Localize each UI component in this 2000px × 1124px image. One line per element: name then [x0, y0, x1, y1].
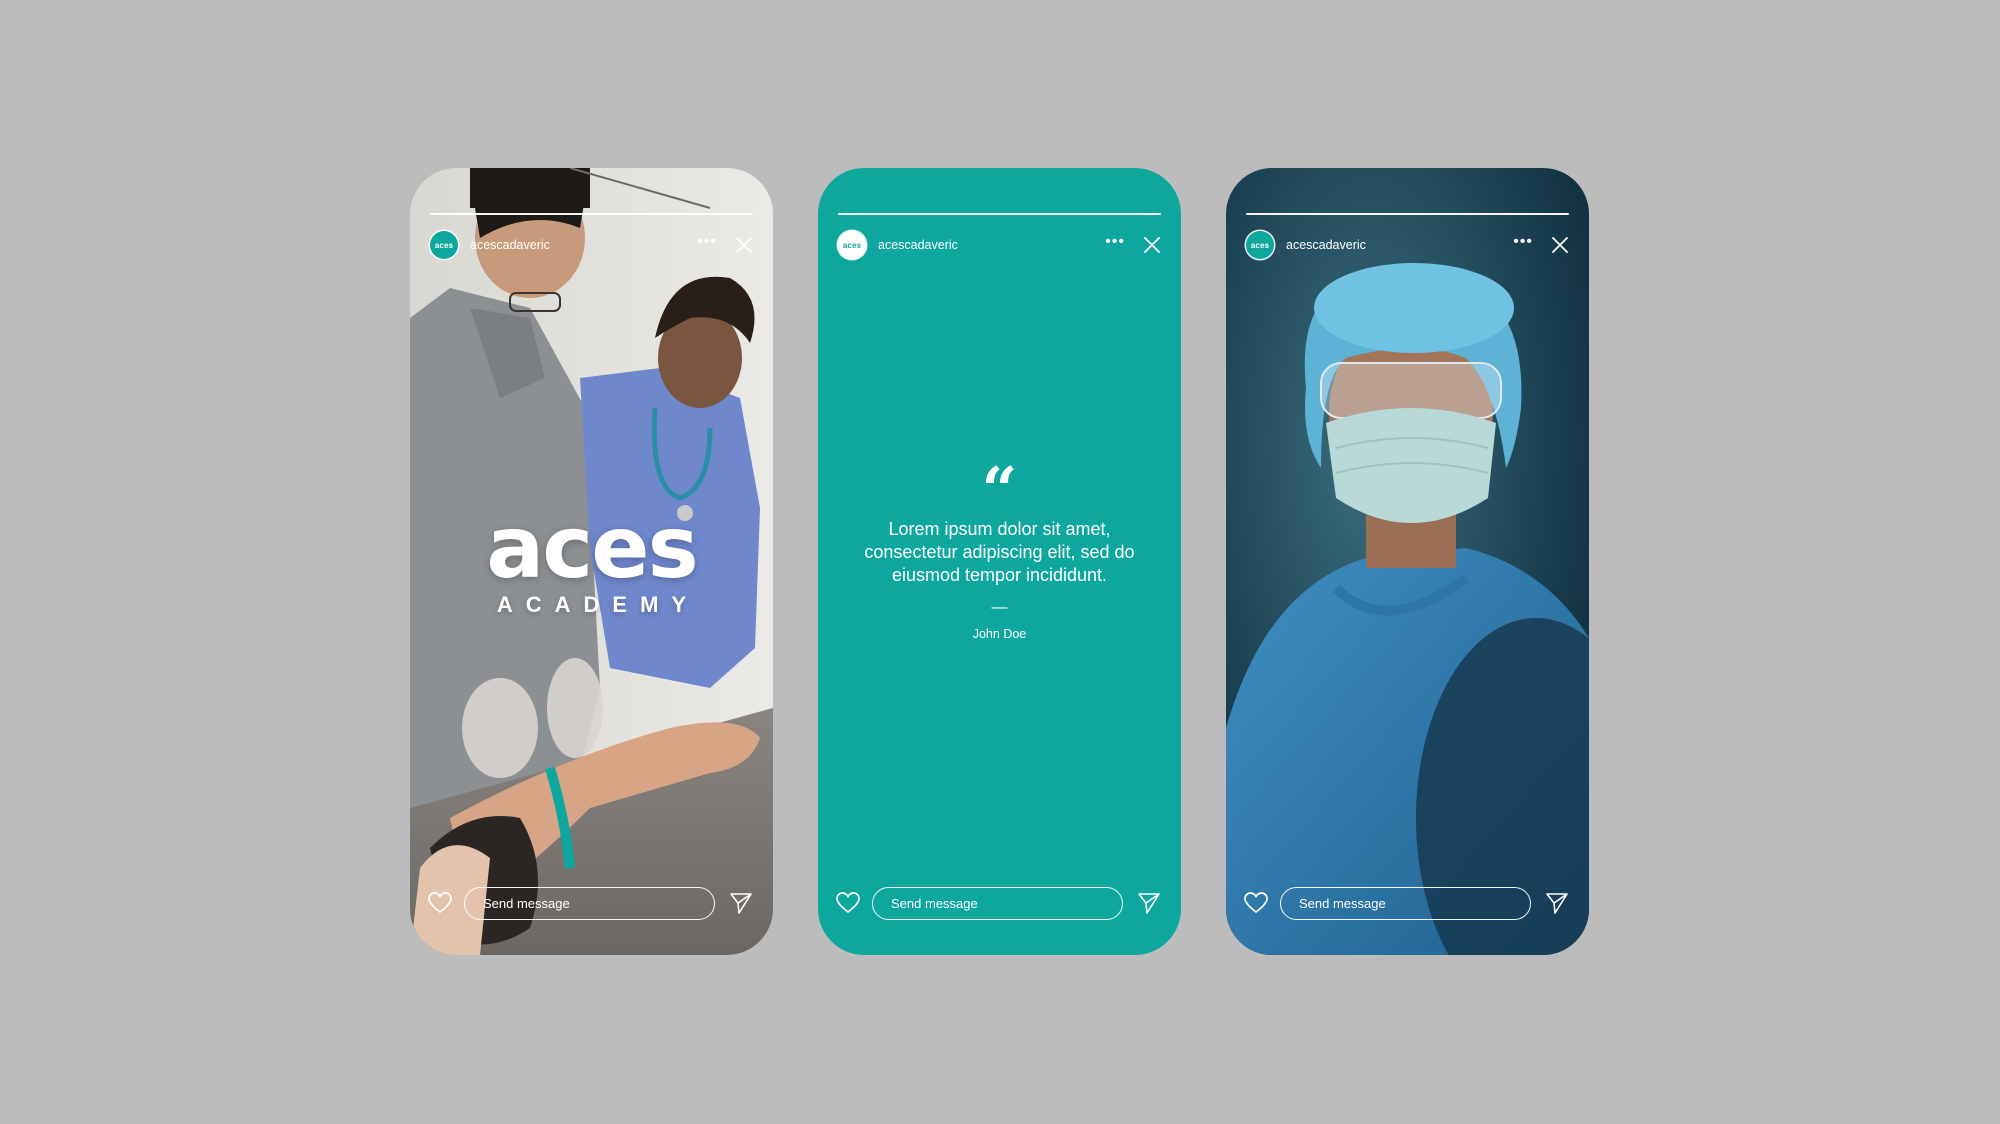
send-message-input[interactable]: Send message: [872, 886, 1123, 920]
testimonial-quote: “ Lorem ipsum dolor sit amet, consectetu…: [848, 453, 1151, 642]
story-header: aces acescadaveric •••: [838, 230, 1161, 260]
logo-word: aces: [486, 498, 699, 598]
send-icon[interactable]: [729, 891, 753, 915]
surgeon-photo: [1226, 168, 1589, 955]
quote-author: John Doe: [972, 627, 1027, 641]
close-icon[interactable]: [735, 236, 753, 254]
quote-divider: —: [991, 599, 1008, 616]
story-card-quote[interactable]: aces acescadaveric ••• “ Lorem ipsum dol…: [818, 168, 1181, 955]
profile-username[interactable]: acescadaveric: [470, 238, 697, 252]
aces-academy-logo: aces ACADEMY: [410, 498, 773, 618]
quote-mark-icon: “: [981, 453, 1018, 526]
story-card-surgeon[interactable]: aces acescadaveric ••• Send message: [1226, 168, 1589, 955]
more-horizontal-icon[interactable]: •••: [1513, 234, 1533, 253]
story-footer: Send message: [1244, 885, 1569, 921]
send-icon[interactable]: [1137, 891, 1161, 915]
heart-icon[interactable]: [836, 892, 860, 914]
more-horizontal-icon[interactable]: •••: [1105, 234, 1125, 253]
story-progress-bar: [1246, 213, 1569, 215]
profile-avatar[interactable]: aces: [430, 231, 458, 259]
story-footer: Send message: [836, 885, 1161, 921]
profile-avatar[interactable]: aces: [838, 231, 866, 259]
profile-username[interactable]: acescadaveric: [1286, 238, 1513, 252]
heart-icon[interactable]: [428, 892, 452, 914]
close-icon[interactable]: [1143, 236, 1161, 254]
quote-text: Lorem ipsum dolor sit amet, consectetur …: [864, 519, 1135, 585]
profile-username[interactable]: acescadaveric: [878, 238, 1105, 252]
story-header: aces acescadaveric •••: [1246, 230, 1569, 260]
send-icon[interactable]: [1545, 891, 1569, 915]
story-progress-bar: [430, 213, 753, 215]
heart-icon[interactable]: [1244, 892, 1268, 914]
send-message-input[interactable]: Send message: [464, 886, 715, 920]
close-icon[interactable]: [1551, 236, 1569, 254]
more-horizontal-icon[interactable]: •••: [697, 234, 717, 253]
story-footer: Send message: [428, 885, 753, 921]
send-message-input[interactable]: Send message: [1280, 886, 1531, 920]
profile-avatar[interactable]: aces: [1246, 231, 1274, 259]
story-header: aces acescadaveric •••: [430, 230, 753, 260]
logo-subtitle: ACADEMY: [496, 592, 700, 617]
story-progress-bar: [838, 213, 1161, 215]
story-card-training[interactable]: aces acescadaveric ••• aces ACADEMY Send…: [410, 168, 773, 955]
